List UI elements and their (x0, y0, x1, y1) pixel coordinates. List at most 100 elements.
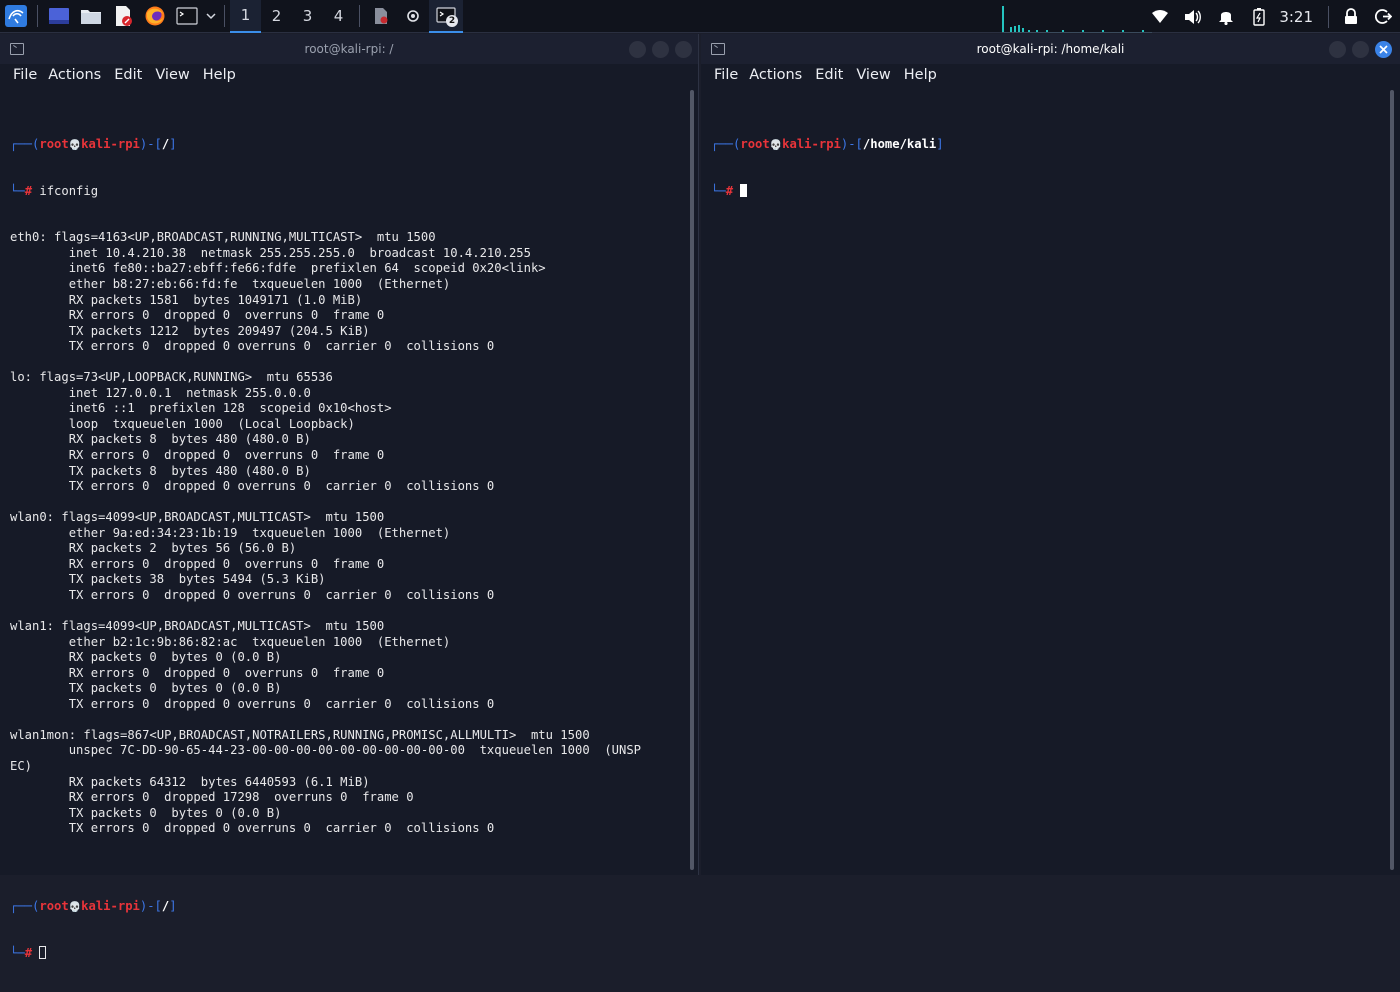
minimize-button[interactable] (629, 41, 646, 58)
chevron-down-icon[interactable] (203, 0, 219, 33)
scrollbar[interactable] (1390, 90, 1394, 870)
cpu-bar (1102, 30, 1104, 32)
output-line: RX packets 0 bytes 0 (0.0 B) (10, 650, 282, 665)
menu-file[interactable]: File (0, 64, 48, 88)
maximize-button[interactable] (1352, 41, 1369, 58)
output-line: ether b2:1c:9b:86:82:ac txqueuelen 1000 … (10, 634, 451, 649)
close-button[interactable] (675, 41, 692, 58)
clock[interactable]: 3:21 (1275, 8, 1323, 26)
scrollbar[interactable] (690, 90, 694, 870)
prompt-mid: )-[ (139, 137, 162, 152)
output-line: wlan1: flags=4099<UP,BROADCAST,MULTICAST… (10, 619, 385, 634)
volume-icon[interactable] (1176, 0, 1209, 33)
show-desktop-icon[interactable] (43, 0, 75, 33)
task-count-badge: 2 (446, 14, 458, 27)
cpu-bar (1036, 30, 1038, 32)
menu-view[interactable]: View (856, 64, 903, 88)
output-line: loop txqueuelen 1000 (Local Loopback) (10, 416, 355, 431)
prompt-corner: └─ (10, 945, 25, 960)
command-text: ifconfig (39, 183, 99, 198)
terminal-output[interactable]: ┌──(root💀kali-rpi)-[/home/kali] └─# (711, 106, 1386, 230)
output-line: unspec 7C-DD-90-65-44-23-00-00-00-00-00-… (10, 743, 642, 758)
skull-icon: 💀 (769, 140, 783, 152)
prompt-open: ┌──( (711, 137, 741, 152)
file-manager-icon[interactable] (75, 0, 107, 33)
workspace-4[interactable]: 4 (323, 0, 354, 33)
kali-menu-icon[interactable] (0, 0, 32, 33)
terminal-launcher-icon[interactable] (171, 0, 203, 33)
output-line: RX errors 0 dropped 0 overruns 0 frame 0 (10, 448, 385, 463)
output-line: RX errors 0 dropped 17298 overruns 0 fra… (10, 790, 414, 805)
cpu-bar (1046, 30, 1048, 32)
task-terminal-button[interactable]: 2 (429, 0, 463, 33)
menu-actions[interactable]: Actions (48, 64, 114, 88)
menu-file[interactable]: File (701, 64, 749, 88)
output-line: eth0: flags=4163<UP,BROADCAST,RUNNING,MU… (10, 230, 436, 245)
prompt-line: ┌──(root💀kali-rpi)-[/] (10, 137, 684, 153)
task-record-icon[interactable] (397, 0, 429, 33)
terminal-window-right[interactable]: root@kali-rpi: /home/kali File Actions E… (701, 34, 1400, 875)
terminal-output[interactable]: ┌──(root💀kali-rpi)-[/] └─# ifconfig eth0… (10, 106, 684, 992)
close-icon (1379, 45, 1388, 54)
prompt-hash: # (725, 183, 734, 198)
notifications-icon[interactable] (1209, 0, 1242, 33)
menu-help[interactable]: Help (203, 64, 249, 88)
skull-icon: 💀 (68, 901, 82, 913)
output-line: EC) (10, 758, 33, 773)
task-document-icon[interactable] (365, 0, 397, 33)
firefox-icon[interactable] (139, 0, 171, 33)
title-bar[interactable]: root@kali-rpi: / (0, 34, 698, 64)
workspace-label: 2 (271, 7, 282, 25)
workspace-2[interactable]: 2 (261, 0, 292, 33)
cpu-bar (1062, 30, 1064, 32)
output-line: RX packets 2 bytes 56 (56.0 B) (10, 541, 297, 556)
command-line: └─# (10, 945, 684, 962)
close-button[interactable] (1375, 41, 1392, 58)
cpu-graph (1002, 6, 1152, 33)
cpu-bar (1014, 26, 1016, 32)
menu-help[interactable]: Help (904, 64, 950, 88)
cpu-bar (1082, 30, 1084, 32)
output-line: TX errors 0 dropped 0 overruns 0 carrier… (10, 587, 495, 602)
prompt-close: ] (169, 137, 177, 152)
wifi-icon[interactable] (1143, 0, 1176, 33)
window-title: root@kali-rpi: / (304, 42, 394, 56)
output-line: TX packets 0 bytes 0 (0.0 B) (10, 681, 282, 696)
output-line: lo: flags=73<UP,LOOPBACK,RUNNING> mtu 65… (10, 370, 333, 385)
command-line: └─# ifconfig (10, 184, 684, 200)
prompt-dir: / (161, 898, 170, 913)
minimize-button[interactable] (1329, 41, 1346, 58)
text-editor-icon[interactable] (107, 0, 139, 33)
prompt-close: ] (169, 898, 177, 913)
output-line: ether b8:27:eb:66:fd:fe txqueuelen 1000 … (10, 277, 451, 292)
menu-edit[interactable]: Edit (815, 64, 856, 88)
prompt-line: ┌──(root💀kali-rpi)-[/home/kali] (711, 137, 1386, 153)
menu-actions[interactable]: Actions (749, 64, 815, 88)
logout-icon[interactable] (1367, 0, 1400, 33)
output-line: TX packets 1212 bytes 209497 (204.5 KiB) (10, 323, 370, 338)
lock-icon[interactable] (1334, 0, 1367, 33)
output-line: TX packets 0 bytes 0 (0.0 B) (10, 805, 282, 820)
workspace-1[interactable]: 1 (230, 0, 261, 33)
cpu-bar (1022, 28, 1024, 32)
prompt-hash: # (24, 183, 33, 198)
panel-separator (37, 5, 38, 27)
menu-edit[interactable]: Edit (114, 64, 155, 88)
prompt-dir: /home/kali (862, 137, 937, 152)
terminal-window-left[interactable]: root@kali-rpi: / File Actions Edit View … (0, 34, 699, 960)
menu-view[interactable]: View (155, 64, 202, 88)
output-line: RX packets 1581 bytes 1049171 (1.0 MiB) (10, 292, 363, 307)
prompt-corner: └─ (711, 183, 726, 198)
cursor (39, 945, 47, 959)
output-line: wlan1mon: flags=867<UP,BROADCAST,NOTRAIL… (10, 727, 590, 742)
output-line: ether 9a:ed:34:23:1b:19 txqueuelen 1000 … (10, 525, 451, 540)
battery-icon[interactable] (1242, 0, 1275, 33)
workspace-3[interactable]: 3 (292, 0, 323, 33)
cpu-bar (1122, 30, 1124, 32)
maximize-button[interactable] (652, 41, 669, 58)
title-bar[interactable]: root@kali-rpi: /home/kali (701, 34, 1400, 64)
workspace-label: 1 (240, 6, 251, 24)
